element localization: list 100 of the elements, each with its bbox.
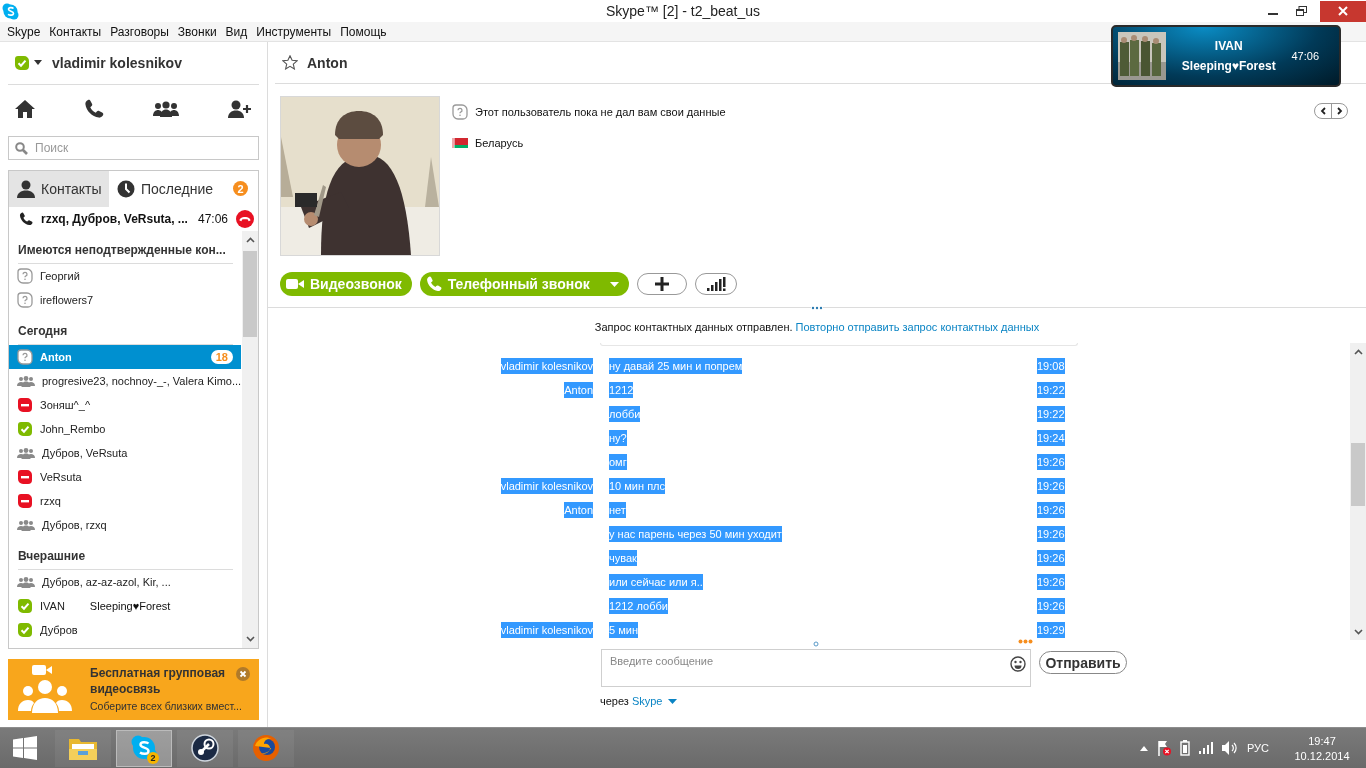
service-link[interactable]: Skype	[631, 695, 663, 707]
message-time: 19:24	[1037, 430, 1065, 446]
person-icon	[17, 179, 35, 198]
contact-item[interactable]: Зоняш^_^	[9, 392, 241, 417]
message-sender: Anton	[564, 382, 593, 398]
message-time: 19:26	[1037, 454, 1065, 470]
contact-item[interactable]: IVAN Sleeping♥Forest	[9, 593, 241, 618]
video-group-icon	[18, 665, 72, 714]
menu-item[interactable]: Контакты	[45, 22, 107, 41]
scroll-thumb[interactable]	[1351, 443, 1365, 506]
contact-item[interactable]: Дубров, az-az-azol, Kir, ...	[9, 569, 241, 594]
contact-item[interactable]: Дубров, VeRsuta	[9, 440, 241, 465]
typing-indicator-icon	[1018, 639, 1033, 644]
add-button[interactable]	[636, 273, 687, 295]
minimize-icon	[1268, 13, 1278, 15]
search-icon	[15, 141, 28, 155]
taskbar-app[interactable]	[177, 729, 233, 767]
promo-title: Бесплатная групповая видеосвязь	[90, 665, 227, 698]
message-sender: vladimir kolesnikov	[500, 478, 593, 494]
menu-item[interactable]: Инструменты	[252, 22, 337, 41]
signal-icon[interactable]	[1198, 742, 1213, 754]
scroll-up-icon[interactable]	[245, 236, 255, 243]
resize-handle-icon[interactable]	[813, 641, 819, 647]
phone-icon	[425, 276, 442, 292]
info-text: Этот пользователь пока не дал вам свои данные	[475, 106, 726, 118]
contact-item[interactable]: Георгий	[9, 263, 241, 288]
scroll-thumb[interactable]	[243, 250, 257, 337]
scroll-up-icon[interactable]	[1353, 349, 1363, 355]
chevron-up-icon[interactable]	[1139, 745, 1148, 751]
window-title: Skype™ [2] - t2_beat_us	[605, 3, 761, 19]
phone-icon	[19, 211, 33, 226]
contact-item[interactable]: John_Rembo	[9, 416, 241, 441]
plus-icon	[654, 277, 669, 291]
menu-item[interactable]: Помощь	[336, 22, 392, 41]
message-time: 19:22	[1037, 382, 1065, 398]
call-duration: 47:06	[197, 211, 228, 226]
home-icon[interactable]	[15, 100, 35, 119]
chevron-right-icon	[1336, 107, 1343, 115]
signal-icon	[705, 277, 726, 291]
contact-item[interactable]: progresive23, nochnoy-_-, Valera Kimo...	[9, 368, 241, 393]
resize-handle-icon[interactable]	[811, 306, 823, 310]
message-time: 19:29	[1037, 622, 1065, 638]
contact-item[interactable]: Дубров, rzxq	[9, 512, 241, 537]
group-icon[interactable]	[153, 101, 179, 118]
smiley-icon[interactable]	[1010, 656, 1026, 672]
flag-icon[interactable]	[1156, 740, 1171, 756]
menu-item[interactable]: Звонки	[173, 22, 222, 41]
send-button[interactable]: Отправить	[1039, 651, 1127, 674]
scrollbar[interactable]	[1350, 343, 1366, 640]
message-field[interactable]: Введите сообщение	[601, 649, 1031, 687]
user-name[interactable]: vladimir kolesnikov	[52, 54, 182, 71]
pending-status-icon	[452, 104, 468, 120]
tab[interactable]: Последние 2	[109, 170, 258, 207]
close-button[interactable]	[1320, 0, 1366, 22]
country-name: Беларусь	[475, 137, 524, 149]
count-badge: 2	[233, 181, 248, 197]
close-icon[interactable]	[236, 667, 250, 682]
star-icon[interactable]	[282, 55, 298, 70]
contact-item[interactable]: Дубров	[9, 617, 241, 642]
caret-icon[interactable]	[34, 60, 42, 66]
clock-icon	[117, 179, 135, 198]
add-contact-icon[interactable]	[228, 100, 252, 119]
resend-link[interactable]: Повторно отправить запрос контактных данных	[795, 321, 1040, 333]
contact-item[interactable]: ireflowers7	[9, 287, 241, 312]
scroll-down-icon[interactable]	[245, 636, 255, 643]
unread-badge: 18	[210, 349, 233, 364]
close-icon	[1338, 6, 1348, 16]
language-indicator[interactable]: РУС	[1246, 742, 1269, 754]
message-time: 19:08	[1037, 358, 1065, 374]
promo-text: Соберите всех близких вмест...	[90, 699, 242, 715]
menu-item[interactable]: Skype	[3, 22, 46, 41]
taskbar-app[interactable]: 2	[116, 729, 172, 767]
speaker-icon[interactable]	[1221, 741, 1238, 755]
section-heading: Имеются неподтвержденные кон...	[18, 242, 226, 259]
scroll-down-icon[interactable]	[1353, 629, 1363, 635]
phone-icon[interactable]	[84, 99, 104, 120]
scrollbar[interactable]	[242, 230, 258, 649]
camera-icon	[286, 278, 304, 290]
via-label: через	[600, 695, 629, 707]
contact-item[interactable]: rzxq	[9, 488, 241, 513]
hang-up-icon[interactable]	[236, 209, 254, 228]
message-time: 19:26	[1037, 478, 1065, 494]
battery-icon[interactable]	[1179, 740, 1190, 756]
menu-item[interactable]: Вид	[221, 22, 253, 41]
chevron-left-icon	[1320, 107, 1326, 115]
restore-icon	[1295, 6, 1307, 16]
windows-icon	[13, 736, 37, 760]
tab[interactable]: Контакты	[9, 170, 109, 207]
promo-banner[interactable]: Бесплатная групповая видеосвязь Соберите всех близких вмест...	[8, 659, 259, 720]
message-sender: vladimir kolesnikov	[500, 358, 593, 374]
message-time: 19:26	[1037, 574, 1065, 590]
search-field[interactable]: Поиск	[8, 135, 259, 160]
firefox-icon	[252, 734, 280, 762]
contact-item[interactable]: VeRsuta	[9, 464, 241, 489]
call-quality-button[interactable]	[694, 273, 737, 295]
clock[interactable]: 19:47 10.12.2014	[1288, 734, 1356, 762]
caller-name: IVAN	[1214, 39, 1243, 53]
menu-item[interactable]: Разговоры	[106, 22, 174, 41]
call-participants[interactable]: rzxq, Дубров, VeRsuta, ...	[41, 211, 188, 226]
contact-item[interactable]: Anton 18	[9, 344, 241, 369]
